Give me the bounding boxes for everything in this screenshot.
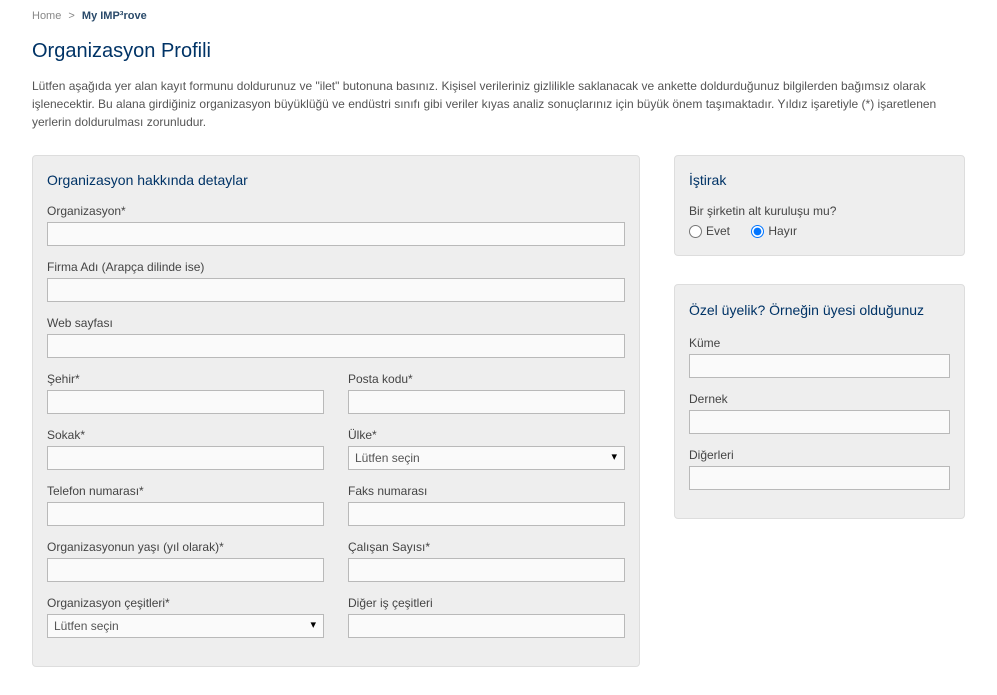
affil-no-radio[interactable] [751, 225, 764, 238]
employees-label: Çalışan Sayısı* [348, 540, 625, 554]
orgtype-label: Organizasyon çeşitleri* [47, 596, 324, 610]
country-label: Ülke* [348, 428, 625, 442]
others-label: Diğerleri [689, 448, 950, 462]
affiliation-question: Bir şirketin alt kuruluşu mu? [689, 204, 950, 218]
org-details-heading: Organizasyon hakkında detaylar [47, 172, 625, 188]
fax-input[interactable] [348, 502, 625, 526]
org-details-panel: Organizasyon hakkında detaylar Organizas… [32, 155, 640, 667]
employees-input[interactable] [348, 558, 625, 582]
street-label: Sokak* [47, 428, 324, 442]
organization-label: Organizasyon* [47, 204, 625, 218]
affil-no-label[interactable]: Hayır [751, 224, 797, 238]
age-label: Organizasyonun yaşı (yıl olarak)* [47, 540, 324, 554]
organization-input[interactable] [47, 222, 625, 246]
phone-label: Telefon numarası* [47, 484, 324, 498]
cluster-label: Küme [689, 336, 950, 350]
website-input[interactable] [47, 334, 625, 358]
others-input[interactable] [689, 466, 950, 490]
city-label: Şehir* [47, 372, 324, 386]
orgtype-select[interactable]: Lütfen seçin [47, 614, 324, 638]
affil-yes-radio[interactable] [689, 225, 702, 238]
company-ar-input[interactable] [47, 278, 625, 302]
affil-yes-label[interactable]: Evet [689, 224, 730, 238]
other-biz-label: Diğer iş çeşitleri [348, 596, 625, 610]
fax-label: Faks numarası [348, 484, 625, 498]
intro-text: Lütfen aşağıda yer alan kayıt formunu do… [32, 77, 965, 131]
affil-no-text: Hayır [768, 224, 797, 238]
phone-input[interactable] [47, 502, 324, 526]
association-input[interactable] [689, 410, 950, 434]
association-label: Dernek [689, 392, 950, 406]
postal-input[interactable] [348, 390, 625, 414]
cluster-input[interactable] [689, 354, 950, 378]
other-biz-input[interactable] [348, 614, 625, 638]
company-ar-label: Firma Adı (Arapça dilinde ise) [47, 260, 625, 274]
breadcrumb: Home > My IMP³rove [32, 10, 965, 22]
breadcrumb-home[interactable]: Home [32, 10, 61, 22]
affiliation-heading: İştirak [689, 172, 950, 188]
postal-label: Posta kodu* [348, 372, 625, 386]
page-title: Organizasyon Profili [32, 40, 965, 63]
breadcrumb-sep: > [68, 10, 74, 22]
breadcrumb-current: My IMP³rove [82, 10, 147, 22]
membership-panel: Özel üyelik? Örneğin üyesi olduğunuz Küm… [674, 284, 965, 520]
affiliation-panel: İştirak Bir şirketin alt kuruluşu mu? Ev… [674, 155, 965, 256]
country-select[interactable]: Lütfen seçin [348, 446, 625, 470]
membership-heading: Özel üyelik? Örneğin üyesi olduğunuz [689, 301, 950, 321]
street-input[interactable] [47, 446, 324, 470]
affil-yes-text: Evet [706, 224, 730, 238]
age-input[interactable] [47, 558, 324, 582]
website-label: Web sayfası [47, 316, 625, 330]
city-input[interactable] [47, 390, 324, 414]
